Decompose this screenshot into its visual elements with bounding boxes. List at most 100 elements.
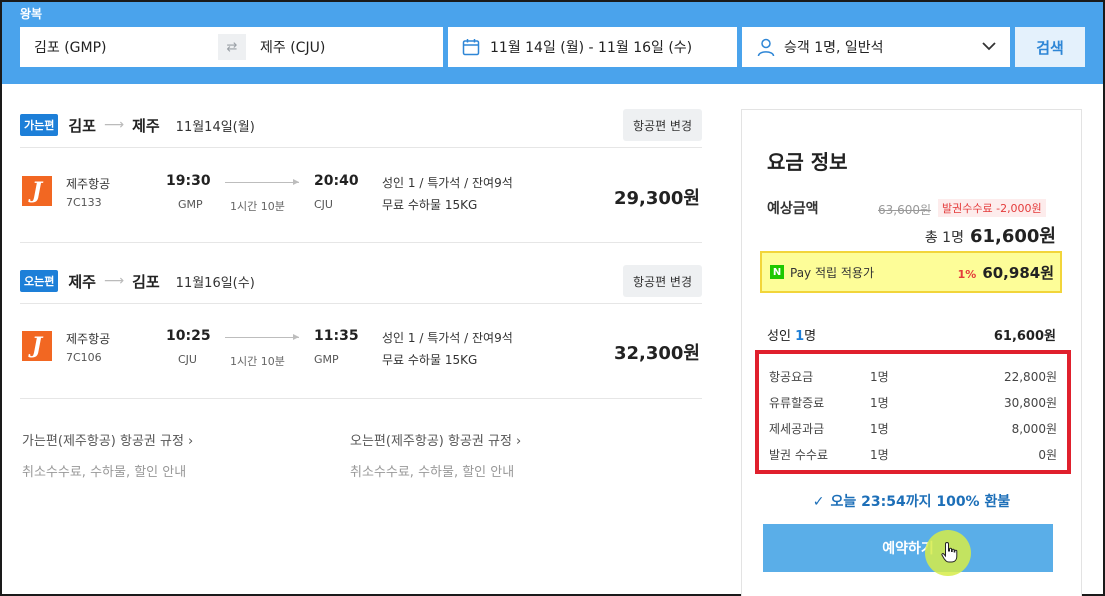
divider <box>20 147 702 148</box>
breakdown-row: 발권 수수료 1명 0원 <box>769 442 1057 468</box>
naver-pay-icon: N <box>770 265 784 279</box>
passenger-amount: 61,600원 <box>993 329 1056 344</box>
person-icon <box>757 38 775 57</box>
search-bar: 왕복 김포 (GMP) ⇄ 제주 (CJU) 11월 14일 (월) - 11월… <box>2 2 1103 84</box>
calendar-icon <box>462 39 480 56</box>
departure-time: 10:25 <box>166 328 211 344</box>
baggage-info: 무료 수하물 15KG <box>382 198 478 212</box>
date-field[interactable]: 11월 14일 (월) - 11월 16일 (수) <box>448 27 737 67</box>
leg-to-city: 김포 <box>132 272 160 291</box>
return-rules-sub: 취소수수료, 수하물, 할인 안내 <box>350 465 515 480</box>
breakdown-name: 항공요금 <box>769 370 814 384</box>
flight-price: 32,300원 <box>613 343 700 364</box>
airline-name: 제주항공 <box>66 332 111 346</box>
npay-label: Pay 적립 적용가 <box>790 265 874 280</box>
arrow-right-icon: ⟶ <box>103 117 125 133</box>
leg-to-city: 제주 <box>132 116 160 135</box>
flight-price: 29,300원 <box>613 188 700 209</box>
breakdown-name: 발권 수수료 <box>769 448 829 462</box>
divider <box>20 398 702 399</box>
fee-discount-badge: 발권수수료 -2,000원 <box>938 199 1046 217</box>
breakdown-count: 1명 <box>870 370 889 384</box>
return-rules-link[interactable]: 오는편(제주항공) 항공권 규정 › <box>350 430 521 449</box>
flight-number: 7C106 <box>66 351 102 364</box>
divider <box>20 242 702 243</box>
outbound-rules: 가는편(제주항공) 항공권 규정 › 취소수수료, 수하물, 할인 안내 <box>22 430 193 480</box>
passenger-summary: 승객 1명, 일반석 <box>784 40 884 56</box>
pax-prefix: 성인 <box>767 329 791 344</box>
return-rules: 오는편(제주항공) 항공권 규정 › 취소수수료, 수하물, 할인 안내 <box>350 430 521 480</box>
airline-name: 제주항공 <box>66 177 111 191</box>
change-flight-button[interactable]: 항공편 변경 <box>622 109 702 141</box>
breakdown-amount: 8,000원 <box>1011 422 1057 436</box>
breakdown-row: 항공요금 1명 22,800원 <box>769 364 1057 390</box>
breakdown-row: 제세공과금 1명 8,000원 <box>769 416 1057 442</box>
flight-number: 7C133 <box>66 196 102 209</box>
return-leg-header: 오는편 제주 ⟶ 김포 11월16일(수) 항공편 변경 <box>20 265 702 297</box>
outbound-leg-header: 가는편 김포 ⟶ 제주 11월14일(월) 항공편 변경 <box>20 109 702 141</box>
hand-cursor-icon <box>941 541 958 563</box>
seat-info: 성인 1 / 특가석 / 잔여9석 <box>382 176 513 190</box>
arrow-right-icon: ⟶ <box>103 273 125 289</box>
arrival-code: CJU <box>314 198 333 211</box>
date-range: 11월 14일 (월) - 11월 16일 (수) <box>490 40 693 56</box>
fare-breakdown-highlight: 항공요금 1명 22,800원 유류할증료 1명 30,800원 제세공과금 1… <box>755 350 1071 474</box>
leg-date: 11월14일(월) <box>175 119 255 135</box>
departure-code: CJU <box>178 353 197 366</box>
npay-price: 60,984원 <box>982 263 1054 282</box>
npay-rate: 1% <box>957 267 977 281</box>
flight-path-line <box>225 334 299 340</box>
seat-info: 성인 1 / 특가석 / 잔여9석 <box>382 331 513 345</box>
change-flight-button[interactable]: 항공편 변경 <box>622 265 702 297</box>
to-airport[interactable]: 제주 (CJU) <box>260 37 325 57</box>
arrival-code: GMP <box>314 353 339 366</box>
trip-type-label: 왕복 <box>20 7 43 21</box>
passenger-total-row: 성인 1명 61,600원 <box>767 325 1056 344</box>
refund-text: 오늘 23:54까지 100% 환불 <box>830 494 1011 510</box>
departure-code: GMP <box>178 198 203 211</box>
book-button[interactable]: 예약하기 <box>763 524 1053 572</box>
swap-icon[interactable]: ⇄ <box>218 34 246 60</box>
leg-date: 11월16일(수) <box>175 275 255 291</box>
total-label: 총 1명 <box>924 230 964 246</box>
total-row: 총 1명 61,600원 <box>925 222 1056 248</box>
breakdown-count: 1명 <box>870 448 889 462</box>
npay-price-group: 1% 60,984원 <box>958 262 1054 283</box>
flight-duration: 1시간 10분 <box>230 200 285 213</box>
jeju-air-logo: J <box>22 176 52 206</box>
outbound-flight-row[interactable]: J 제주항공 7C133 19:30 GMP 1시간 10분 20:40 CJU… <box>20 162 702 232</box>
original-price: 63,600원 <box>878 203 932 217</box>
from-airport[interactable]: 김포 (GMP) <box>34 37 107 57</box>
breakdown-row: 유류할증료 1명 30,800원 <box>769 390 1057 416</box>
passenger-field[interactable]: 승객 1명, 일반석 <box>742 27 1010 67</box>
total-price: 61,600원 <box>969 226 1056 247</box>
outbound-badge: 가는편 <box>20 114 59 136</box>
divider <box>20 303 702 304</box>
breakdown-count: 1명 <box>870 422 889 436</box>
departure-time: 19:30 <box>166 173 211 189</box>
npay-box: N Pay 적립 적용가 1% 60,984원 <box>760 251 1062 293</box>
fare-title: 요금 정보 <box>767 150 848 174</box>
breakdown-amount: 22,800원 <box>1003 370 1057 384</box>
outbound-rules-sub: 취소수수료, 수하물, 할인 안내 <box>22 465 187 480</box>
return-badge: 오는편 <box>20 270 59 292</box>
breakdown-name: 제세공과금 <box>769 422 825 436</box>
breakdown-name: 유류할증료 <box>769 396 825 410</box>
outbound-rules-link[interactable]: 가는편(제주항공) 항공권 규정 › <box>22 430 193 449</box>
breakdown-count: 1명 <box>870 396 889 410</box>
arrival-time: 20:40 <box>314 173 359 189</box>
route-field[interactable]: 김포 (GMP) ⇄ 제주 (CJU) <box>20 27 443 67</box>
breakdown-amount: 0원 <box>1038 448 1057 462</box>
check-icon: ✓ <box>812 494 825 510</box>
pax-count: 1 <box>795 329 805 344</box>
estimate-label: 예상금액 <box>767 201 819 217</box>
baggage-info: 무료 수하물 15KG <box>382 353 478 367</box>
return-flight-row[interactable]: J 제주항공 7C106 10:25 CJU 1시간 10분 11:35 GMP… <box>20 317 702 387</box>
chevron-down-icon[interactable] <box>980 37 998 55</box>
breakdown-amount: 30,800원 <box>1003 396 1057 410</box>
fare-info-panel: 요금 정보 예상금액 63,600원 발권수수료 -2,000원 총 1명 61… <box>741 109 1082 596</box>
arrival-time: 11:35 <box>314 328 359 344</box>
passenger-label: 성인 1명 <box>767 325 816 344</box>
search-button[interactable]: 검색 <box>1015 27 1085 67</box>
pax-suffix: 명 <box>804 329 817 344</box>
